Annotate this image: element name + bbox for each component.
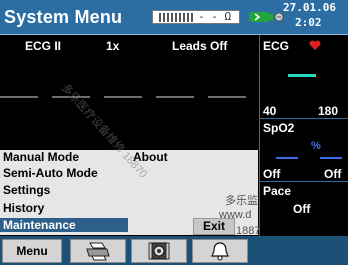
leads-off-status: Leads Off [172,39,228,53]
ecg-alarm-low: 40 [263,104,277,118]
page-title: System Menu [4,7,123,27]
spo2-alarm-high: Off [324,167,342,181]
time-display: 2:02 [295,16,322,29]
ecg-baseline [0,96,246,98]
menu-item-settings[interactable]: Settings [3,183,50,197]
ecg-alarm-high: 180 [318,104,339,118]
menu-item-history[interactable]: History [3,201,44,215]
ecg-gain-label: 1x [106,39,120,53]
pace-param-label: Pace [263,184,292,198]
bell-icon [211,242,229,261]
toolbar-empty-slot [256,239,344,263]
battery-indicator: - - Ω [152,10,240,24]
snapshot-button[interactable] [131,239,187,263]
heart-rate-dash [288,74,316,77]
spo2-param-label: SpO2 [263,121,295,135]
menu-item-manual-mode[interactable]: Manual Mode [3,150,79,164]
watermark-line1: 多乐监 [225,195,258,207]
ecg-lead-label: ECG II [25,39,62,53]
menu-button-label: Menu [16,244,48,258]
param-divider [259,181,348,182]
spo2-alarm-low: Off [263,167,281,181]
printer-icon [86,242,110,261]
battery-level-bars [159,13,195,22]
menu-button[interactable]: Menu [2,239,62,263]
ecg-param-label: ECG [263,39,290,53]
menu-item-semi-auto-mode[interactable]: Semi-Auto Mode [3,166,98,180]
param-divider [259,118,348,119]
alarm-button[interactable] [192,239,248,263]
watermark-line2: www.d [219,209,252,221]
date-display: 27.01.06 [283,1,336,14]
battery-text: - - Ω [198,10,232,23]
spo2-dashes [276,157,342,159]
print-button[interactable] [70,239,126,263]
menu-item-maintenance[interactable]: Maintenance [0,218,128,232]
ac-power-icon [249,12,284,22]
heart-icon [309,40,321,50]
spo2-unit: % [311,140,321,152]
pace-value: Off [293,202,311,216]
film-camera-icon [148,242,170,260]
